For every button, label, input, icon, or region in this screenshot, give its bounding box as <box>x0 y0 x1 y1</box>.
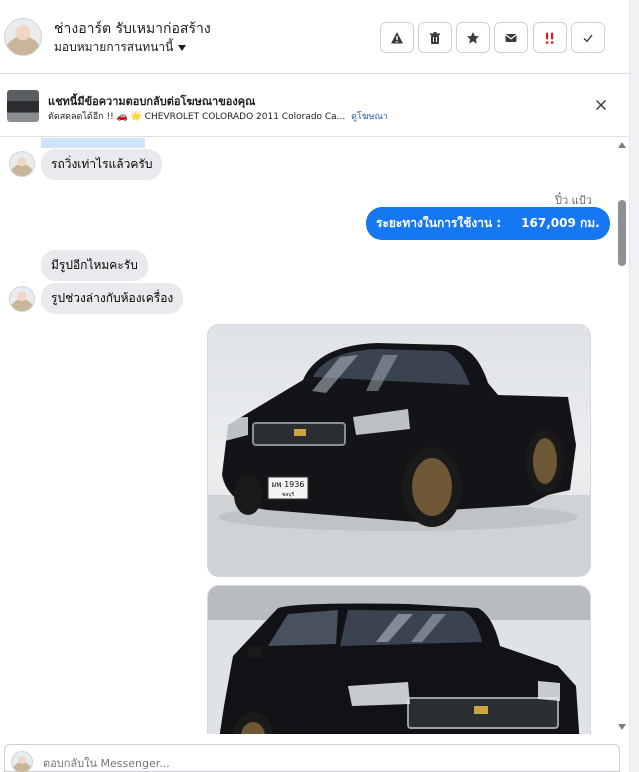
message-bubble[interactable]: รูปช่วงล่างกับห้องเครื่อง <box>41 283 184 314</box>
view-ad-link[interactable]: ดูโฆษณา <box>351 112 388 122</box>
message-image[interactable]: ผพ 1936 ชลบุรี <box>207 324 591 577</box>
assign-conversation-dropdown[interactable]: มอบหมายการสนทนานี้ <box>54 38 187 57</box>
checkmark-icon <box>583 34 593 42</box>
ad-banner-subtitle: ตัดสดลดได้อีก !! 🚗 🌟 CHEVROLET COLORADO … <box>48 109 388 123</box>
chevron-down-icon <box>178 44 187 51</box>
car-photo <box>208 586 590 734</box>
ad-banner-text: ตัดสดลดได้อีก !! 🚗 🌟 CHEVROLET COLORADO … <box>48 112 346 122</box>
message-bubble[interactable]: ระยะทางในการใช้งาน : 167,009 กม. <box>366 207 610 240</box>
delete-button[interactable] <box>418 22 452 53</box>
message-list[interactable]: รถวิ่งเท่าไรแล้วครับ ปิ๋ว แป้ว ระยะทางใน… <box>0 138 617 734</box>
car-photo: ผพ 1936 ชลบุรี <box>208 343 590 576</box>
page-title[interactable]: ช่างอาร์ต รับเหมาก่อสร้าง <box>54 18 211 40</box>
license-plate: ผพ 1936 <box>272 480 305 489</box>
mail-icon <box>505 33 517 42</box>
report-button[interactable] <box>380 22 414 53</box>
message-image[interactable] <box>207 585 591 734</box>
ad-reply-banner: แชทนี้มีข้อความตอบกลับต่อโฆษณาของคุณ ตัด… <box>0 74 629 137</box>
ad-thumbnail[interactable] <box>7 90 39 122</box>
spam-button[interactable] <box>533 22 567 53</box>
mark-done-button[interactable] <box>571 22 605 53</box>
avatar <box>11 751 33 772</box>
scroll-up-arrow[interactable] <box>618 142 626 148</box>
star-button[interactable] <box>456 22 490 53</box>
message-label: ระยะทางในการใช้งาน : <box>376 216 502 230</box>
message-input[interactable] <box>43 757 443 770</box>
mark-unread-button[interactable] <box>494 22 528 53</box>
spam-icon <box>545 32 554 44</box>
warning-icon <box>391 31 403 43</box>
window-edge <box>629 0 639 772</box>
scrollbar-thumb[interactable] <box>618 200 626 266</box>
close-icon[interactable] <box>592 96 610 114</box>
scroll-down-arrow[interactable] <box>618 724 626 730</box>
message-bubble[interactable]: มีรูปอีกไหมคะรับ <box>41 250 148 281</box>
message-bubble[interactable]: รถวิ่งเท่าไรแล้วครับ <box>41 149 163 180</box>
avatar[interactable] <box>4 18 42 56</box>
assign-label: มอบหมายการสนทนานี้ <box>54 40 174 54</box>
reply-composer[interactable] <box>4 744 620 772</box>
text-selection-highlight <box>41 138 145 148</box>
avatar[interactable] <box>9 151 35 177</box>
messenger-conversation-panel: ช่างอาร์ต รับเหมาก่อสร้าง มอบหมายการสนทน… <box>0 0 639 772</box>
trash-icon <box>430 31 440 44</box>
license-plate-province: ชลบุรี <box>282 491 295 498</box>
ad-banner-title: แชทนี้มีข้อความตอบกลับต่อโฆษณาของคุณ <box>48 95 256 108</box>
message-value: 167,009 กม. <box>521 216 600 230</box>
conversation-header: ช่างอาร์ต รับเหมาก่อสร้าง มอบหมายการสนทน… <box>0 0 629 74</box>
star-icon <box>467 31 479 44</box>
avatar[interactable] <box>9 286 35 312</box>
